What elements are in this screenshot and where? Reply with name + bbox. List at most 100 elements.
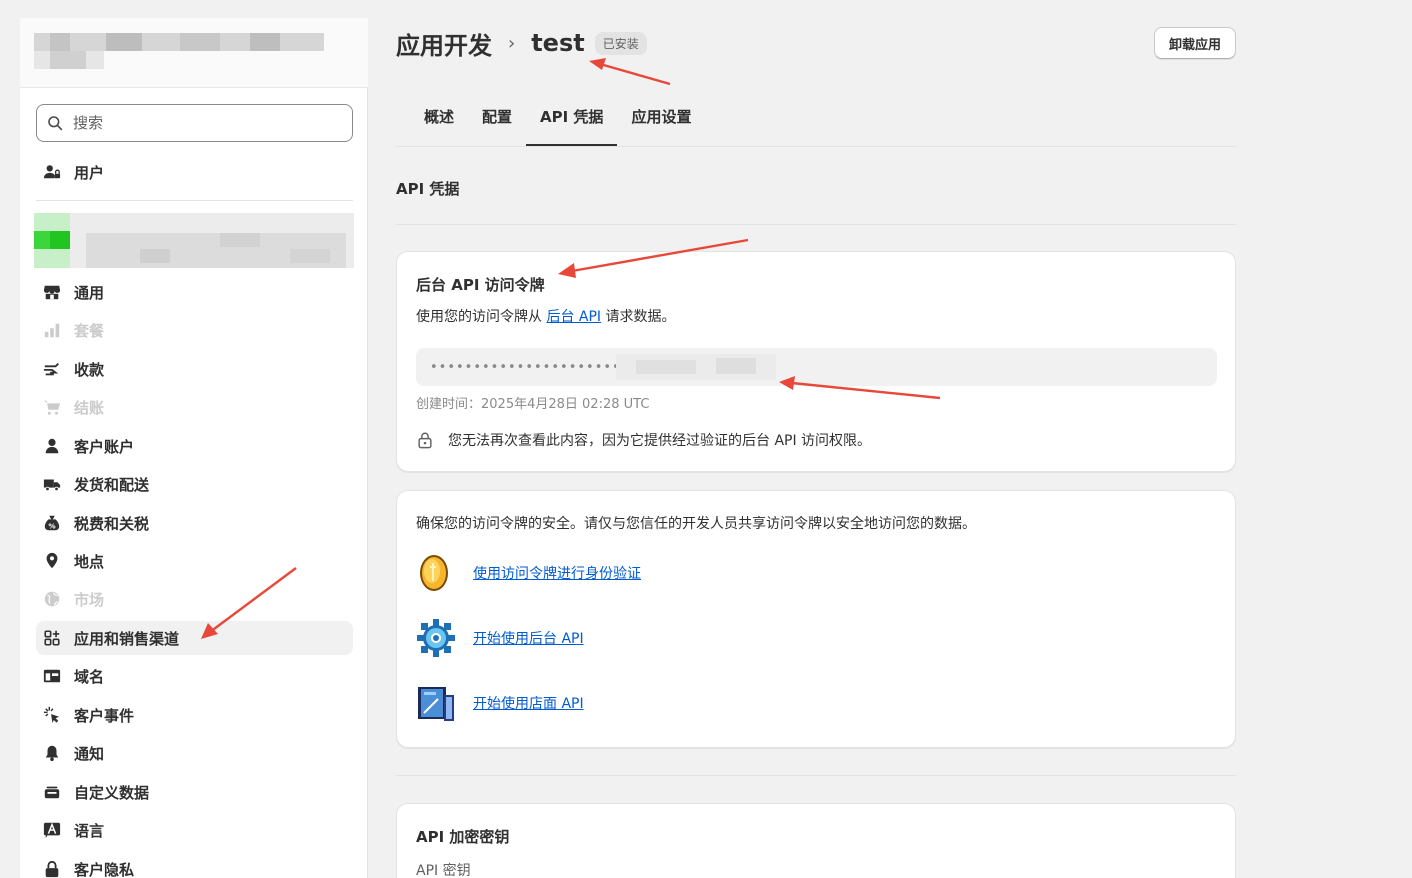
- tab-overview[interactable]: 概述: [410, 96, 468, 146]
- sidebar-item-checkout[interactable]: 结账: [36, 390, 353, 424]
- token-redaction: [616, 354, 776, 380]
- sidebar-item-label: 地点: [74, 552, 105, 571]
- description-text: 使用您的访问令牌从: [416, 309, 547, 325]
- sidebar-item-label: 收款: [74, 360, 105, 379]
- admin-api-link[interactable]: 后台 API: [546, 309, 601, 325]
- admin-api-get-started-link[interactable]: 开始使用后台 API: [473, 628, 584, 648]
- section-divider: [396, 775, 1236, 776]
- cart-icon: [42, 397, 62, 417]
- sidebar-divider: [36, 200, 353, 201]
- person-icon: [42, 436, 62, 456]
- token-security-card: 确保您的访问令牌的安全。请仅与您信任的开发人员共享访问令牌以安全地访问您的数据。…: [396, 490, 1236, 748]
- api-key-label: API 密钥: [416, 863, 471, 878]
- sidebar-item-label: 通用: [74, 283, 105, 302]
- masked-token: ••••••••••••••••••••••••: [430, 359, 639, 375]
- tab-divider: [396, 146, 1236, 147]
- sidebar-item-label: 套餐: [74, 321, 105, 340]
- sidebar-item-label: 客户隐私: [74, 860, 135, 878]
- sidebar-item-label: 通知: [74, 744, 105, 763]
- globe-icon: [42, 589, 62, 609]
- sidebar-item-plan[interactable]: 套餐: [36, 313, 353, 347]
- card-title: 后台 API 访问令牌: [416, 276, 545, 294]
- sidebar-item-markets[interactable]: 市场: [36, 582, 353, 616]
- settings-sidebar: 用户 通用 套餐 收款 结账: [20, 18, 368, 878]
- sidebar-item-notifications[interactable]: 通知: [36, 736, 353, 770]
- access-token-field[interactable]: ••••••••••••••••••••••••: [416, 348, 1217, 386]
- resource-link-row: 开始使用店面 API: [416, 683, 584, 723]
- auth-with-token-link[interactable]: 使用访问令牌进行身份验证: [473, 563, 641, 583]
- search-icon: [48, 116, 63, 131]
- description-text: 请求数据。: [601, 309, 676, 325]
- sidebar-item-label: 应用和销售渠道: [74, 629, 180, 648]
- warning-note: 您无法再次查看此内容，因为它提供经过验证的后台 API 访问权限。: [416, 430, 871, 450]
- sidebar-item-customer-events[interactable]: 客户事件: [36, 698, 353, 732]
- section-title: API 凭据: [396, 180, 460, 198]
- api-secret-card: API 加密密钥 API 密钥: [396, 803, 1236, 878]
- truck-icon: [42, 474, 62, 494]
- main-content: 应用开发 › test 已安装 卸载应用 概述 配置 API 凭据 应用设置 A…: [396, 0, 1236, 878]
- search-field[interactable]: [36, 104, 353, 142]
- sidebar-item-label: 客户事件: [74, 706, 135, 725]
- sidebar-item-label: 用户: [74, 163, 105, 182]
- gold-coin-icon: [416, 553, 456, 593]
- sidebar-item-label: 语言: [74, 821, 105, 840]
- sidebar-item-label: 域名: [74, 667, 105, 686]
- resource-link-row: 开始使用后台 API: [416, 618, 584, 658]
- sidebar-item-shipping[interactable]: 发货和配送: [36, 467, 353, 501]
- tax-bag-icon: %: [42, 513, 62, 533]
- uninstall-app-button[interactable]: 卸载应用: [1153, 27, 1236, 59]
- tab-configuration[interactable]: 配置: [468, 96, 526, 146]
- breadcrumb-parent-link[interactable]: 应用开发: [396, 26, 492, 61]
- database-icon: [42, 782, 62, 802]
- sidebar-item-customer-privacy[interactable]: 客户隐私: [36, 852, 353, 878]
- user-info-redaction: [20, 213, 368, 268]
- security-text: 确保您的访问令牌的安全。请仅与您信任的开发人员共享访问令牌以安全地访问您的数据。: [416, 516, 976, 532]
- cursor-click-icon: [42, 705, 62, 725]
- sidebar-item-label: 税费和关税: [74, 514, 150, 533]
- translate-icon: [42, 820, 62, 840]
- gear-icon: [416, 618, 456, 658]
- search-input[interactable]: [73, 114, 323, 132]
- svg-text:%: %: [48, 521, 55, 530]
- sidebar-item-languages[interactable]: 语言: [36, 813, 353, 847]
- store-header-blurred: [20, 18, 368, 88]
- resource-link-row: 使用访问令牌进行身份验证: [416, 553, 641, 593]
- blueprint-icon: [416, 683, 456, 723]
- warning-text: 您无法再次查看此内容，因为它提供经过验证的后台 API 访问权限。: [448, 433, 872, 449]
- sidebar-item-customer-accounts[interactable]: 客户账户: [36, 429, 353, 463]
- sidebar-item-label: 结账: [74, 398, 105, 417]
- tab-app-settings[interactable]: 应用设置: [617, 96, 705, 146]
- sidebar-item-users[interactable]: 用户: [36, 155, 353, 189]
- section-divider: [396, 224, 1236, 225]
- sidebar-item-domains[interactable]: 域名: [36, 659, 353, 693]
- admin-api-token-card: 后台 API 访问令牌 使用您的访问令牌从 后台 API 请求数据。 •••••…: [396, 251, 1236, 472]
- bell-icon: [42, 743, 62, 763]
- store-icon: [42, 282, 62, 302]
- sidebar-item-general[interactable]: 通用: [36, 275, 353, 309]
- status-badge: 已安装: [594, 31, 647, 55]
- sidebar-item-taxes[interactable]: % 税费和关税: [36, 506, 353, 540]
- sidebar-item-label: 发货和配送: [74, 475, 150, 494]
- sidebar-item-payments[interactable]: 收款: [36, 352, 353, 386]
- sidebar-item-locations[interactable]: 地点: [36, 544, 353, 578]
- apps-grid-icon: [42, 628, 62, 648]
- card-title: API 加密密钥: [416, 828, 510, 846]
- tab-api-credentials[interactable]: API 凭据: [526, 96, 618, 146]
- sidebar-item-label: 市场: [74, 590, 105, 609]
- store-name-redaction: [34, 33, 324, 69]
- storefront-api-get-started-link[interactable]: 开始使用店面 API: [473, 693, 584, 713]
- lock-icon: [418, 432, 432, 449]
- sidebar-item-apps-channels[interactable]: 应用和销售渠道: [36, 621, 353, 655]
- lock-icon: [42, 859, 62, 878]
- chart-bar-icon: [42, 320, 62, 340]
- page-title: test: [531, 29, 585, 57]
- card-description: 使用您的访问令牌从 后台 API 请求数据。: [416, 306, 676, 326]
- sidebar-item-label: 客户账户: [74, 437, 135, 456]
- tab-bar: 概述 配置 API 凭据 应用设置: [410, 96, 705, 146]
- breadcrumb: 应用开发 › test 已安装: [396, 26, 647, 60]
- sidebar-item-label: 自定义数据: [74, 783, 150, 802]
- domain-icon: [42, 666, 62, 686]
- sidebar-item-custom-data[interactable]: 自定义数据: [36, 775, 353, 809]
- chevron-right-icon: ›: [508, 32, 516, 54]
- payment-hand-icon: [42, 359, 62, 379]
